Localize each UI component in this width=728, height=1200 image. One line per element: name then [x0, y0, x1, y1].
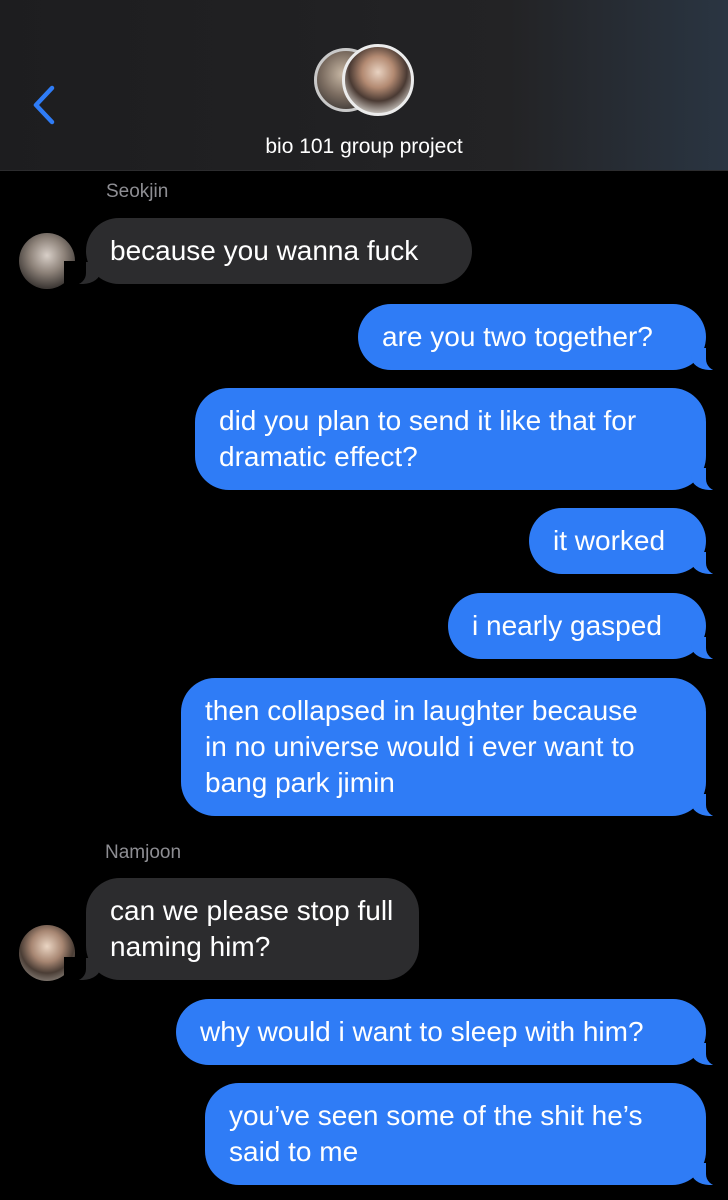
chevron-left-icon [33, 85, 55, 125]
message-bubble-outgoing[interactable]: it worked [529, 508, 728, 575]
sender-name: Namjoon [105, 842, 182, 863]
group-title[interactable]: bio 101 group project [0, 135, 728, 159]
conversation-header: bio 101 group project [0, 0, 728, 171]
message-bubble-outgoing[interactable]: you’ve seen some of the shit he’s said t… [205, 1083, 728, 1186]
message-bubble-outgoing[interactable]: are you two together? [358, 304, 728, 371]
message-bubble-outgoing[interactable]: did you plan to send it like that for dr… [195, 388, 728, 491]
back-button[interactable] [26, 82, 66, 128]
message-bubble-outgoing[interactable]: then collapsed in laughter because in no… [181, 678, 728, 817]
message-bubble-outgoing[interactable]: why would i want to sleep with him? [176, 999, 728, 1066]
member-avatar [342, 44, 414, 116]
group-avatar[interactable] [314, 44, 414, 124]
message-bubble-incoming[interactable]: can we please stop full naming him? [64, 878, 419, 981]
message-bubble-incoming[interactable]: because you wanna fuck [64, 218, 472, 285]
message-bubble-outgoing[interactable]: i nearly gasped [448, 593, 728, 660]
sender-name: Seokjin [106, 181, 169, 202]
